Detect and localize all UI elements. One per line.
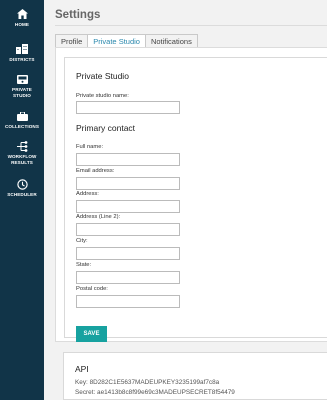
city-input[interactable] bbox=[76, 247, 180, 260]
api-heading: API bbox=[75, 364, 89, 374]
postal-code-input[interactable] bbox=[76, 295, 180, 308]
sidebar-item-scheduler[interactable]: SCHEDULER bbox=[0, 178, 44, 198]
state-label: State: bbox=[76, 262, 92, 268]
postal-code-label: Postal code: bbox=[76, 286, 108, 292]
sidebar-item-home[interactable]: HOME bbox=[0, 8, 44, 28]
home-icon bbox=[16, 8, 28, 20]
private-studio-icon bbox=[16, 73, 28, 85]
full-name-input[interactable] bbox=[76, 153, 180, 166]
sidebar-item-districts[interactable]: DISTRICTS bbox=[0, 43, 44, 63]
address-label: Address: bbox=[76, 191, 99, 197]
districts-icon bbox=[16, 43, 28, 55]
tab-private-studio[interactable]: Private Studio bbox=[87, 34, 146, 48]
studio-name-label: Private studio name: bbox=[76, 93, 129, 99]
sidebar-item-label: DISTRICTS bbox=[9, 57, 35, 62]
sidebar-item-label: SCHEDULER bbox=[7, 192, 37, 197]
address-line-2-input[interactable] bbox=[76, 223, 180, 236]
email-input[interactable] bbox=[76, 177, 180, 190]
sidebar: HOME DISTRICTS PRIVATE STUDIO COLLECTION… bbox=[0, 0, 44, 400]
sidebar-item-label: PRIVATE STUDIO bbox=[12, 87, 32, 98]
tab-panel: Private Studio Private studio name: Prim… bbox=[55, 47, 327, 342]
settings-tabs: Profile Private Studio Notifications bbox=[55, 34, 198, 48]
page-title: Settings bbox=[55, 9, 101, 21]
studio-name-input[interactable] bbox=[76, 101, 180, 114]
sidebar-item-workflow-results[interactable]: WORKFLOW RESULTS bbox=[0, 140, 44, 165]
scheduler-icon bbox=[16, 178, 28, 190]
private-studio-card: Private Studio Private studio name: Prim… bbox=[64, 57, 327, 342]
sidebar-item-private-studio[interactable]: PRIVATE STUDIO bbox=[0, 73, 44, 98]
studio-heading: Private Studio bbox=[76, 71, 129, 81]
title-divider bbox=[55, 25, 327, 26]
address-input[interactable] bbox=[76, 200, 180, 213]
main-content: Settings Profile Private Studio Notifica… bbox=[44, 0, 327, 400]
sidebar-item-label: WORKFLOW RESULTS bbox=[7, 154, 37, 165]
api-card: API Key: 8D282C1E5637MADEUPKEY3235199af7… bbox=[63, 352, 327, 400]
save-button[interactable]: SAVE bbox=[76, 326, 107, 342]
api-key: Key: 8D282C1E5637MADEUPKEY3235199af7c8a bbox=[75, 379, 220, 386]
address-line-2-label: Address (Line 2): bbox=[76, 214, 121, 220]
api-secret: Secret: ae1413b8c8f99e69c3MADEUPSECRET8f… bbox=[75, 389, 235, 396]
workflow-results-icon bbox=[16, 140, 28, 152]
state-input[interactable] bbox=[76, 271, 180, 284]
email-label: Email address: bbox=[76, 168, 115, 174]
city-label: City: bbox=[76, 238, 88, 244]
sidebar-item-label: COLLECTIONS bbox=[4, 124, 40, 129]
tab-notifications[interactable]: Notifications bbox=[144, 34, 198, 48]
collections-icon bbox=[16, 110, 28, 122]
sidebar-item-label: HOME bbox=[14, 22, 30, 27]
full-name-label: Full name: bbox=[76, 144, 104, 150]
contact-heading: Primary contact bbox=[76, 123, 136, 133]
tab-profile[interactable]: Profile bbox=[55, 34, 89, 48]
sidebar-item-collections[interactable]: COLLECTIONS bbox=[0, 110, 44, 130]
